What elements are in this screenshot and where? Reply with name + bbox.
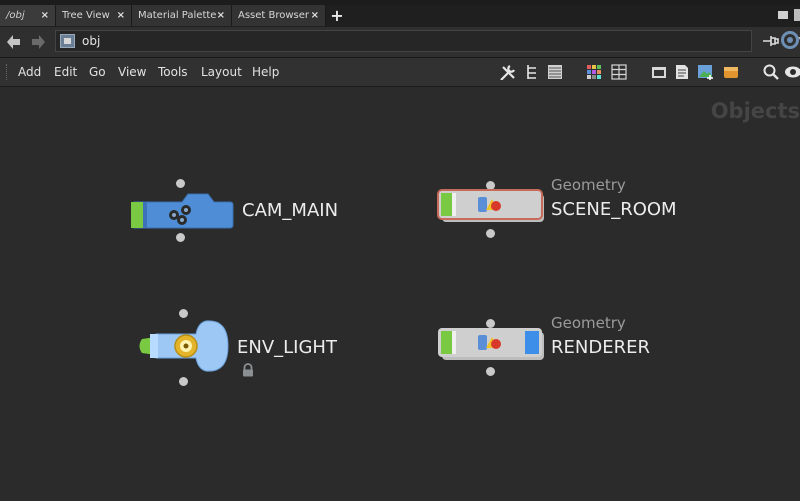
tab-bar: /obj × Tree View × Material Palette × As… [0, 5, 800, 28]
geometry-icon [438, 328, 544, 360]
path-bar: obj [0, 27, 800, 58]
node-scene-room[interactable]: Geometry SCENE_ROOM [436, 175, 696, 238]
node-renderer[interactable]: Geometry RENDERER [436, 313, 696, 376]
box-icon[interactable] [723, 64, 739, 80]
output-connector[interactable] [486, 367, 495, 376]
menu-bar: Add Edit Go View Tools Layout Help [0, 58, 800, 87]
pin-icon[interactable] [763, 34, 779, 48]
pane-options-icon[interactable] [794, 9, 800, 21]
network-path-value: obj [82, 34, 101, 48]
tab-asset-browser[interactable]: Asset Browser × [232, 5, 326, 26]
network-path-icon [60, 34, 75, 48]
network-context-label: Objects [710, 99, 800, 123]
menu-go[interactable]: Go [89, 58, 106, 86]
new-tab-button[interactable]: + [330, 8, 344, 24]
node-type: Geometry [551, 314, 626, 332]
tab-tree-view[interactable]: Tree View × [56, 5, 132, 26]
menu-help[interactable]: Help [252, 58, 279, 86]
wrench-icon[interactable] [499, 64, 515, 80]
tab-obj[interactable]: /obj × [0, 5, 56, 26]
tab-label: Tree View [62, 10, 110, 21]
grid-icon[interactable] [611, 64, 627, 80]
menu-view[interactable]: View [118, 58, 146, 86]
node-env-light[interactable]: ENV_LIGHT [136, 307, 356, 387]
node-cam-main[interactable]: CAM_MAIN [130, 179, 370, 242]
menu-add[interactable]: Add [18, 58, 41, 86]
tab-label: /obj [6, 10, 25, 21]
lock-icon[interactable] [241, 363, 255, 377]
output-connector[interactable] [179, 377, 188, 386]
network-path-field[interactable]: obj [55, 30, 800, 52]
node-type: Geometry [551, 176, 626, 194]
menu-tools[interactable]: Tools [158, 58, 188, 86]
menu-edit[interactable]: Edit [54, 58, 77, 86]
search-icon[interactable] [763, 64, 779, 80]
eye-icon[interactable] [784, 64, 800, 80]
output-connector[interactable] [486, 229, 495, 238]
input-connector[interactable] [176, 179, 185, 188]
tab-close-icon[interactable]: × [117, 5, 125, 26]
forward-arrow-icon[interactable] [30, 34, 46, 50]
geometry-icon [437, 189, 544, 222]
tab-icon[interactable] [651, 64, 667, 80]
node-name: RENDERER [551, 337, 650, 358]
note-icon[interactable] [674, 64, 690, 80]
palette-icon[interactable] [586, 64, 602, 80]
node-name: SCENE_ROOM [551, 199, 677, 220]
list-icon[interactable] [547, 64, 563, 80]
image-icon[interactable] [697, 64, 713, 80]
back-arrow-icon[interactable] [6, 34, 22, 50]
lightbulb-icon [139, 320, 229, 372]
tab-close-icon[interactable]: × [311, 5, 319, 26]
menu-layout[interactable]: Layout [201, 58, 242, 86]
toolbar-grip[interactable] [6, 64, 9, 80]
tab-close-icon[interactable]: × [41, 5, 49, 26]
node-name: CAM_MAIN [242, 200, 339, 221]
pane-menu-icon[interactable] [778, 11, 788, 19]
tree-icon[interactable] [524, 64, 540, 80]
camera-icon [131, 193, 234, 229]
output-connector[interactable] [176, 233, 185, 242]
tab-material-palette[interactable]: Material Palette × [132, 5, 232, 26]
tab-close-icon[interactable]: × [217, 5, 225, 26]
node-name: ENV_LIGHT [237, 337, 337, 358]
target-icon[interactable] [781, 31, 799, 49]
tab-label: Material Palette [138, 10, 217, 21]
network-editor[interactable]: Objects CAM_MAIN Geometry SCENE_ROOM ENV… [0, 87, 800, 501]
input-connector[interactable] [179, 309, 188, 318]
tab-label: Asset Browser [238, 10, 310, 21]
